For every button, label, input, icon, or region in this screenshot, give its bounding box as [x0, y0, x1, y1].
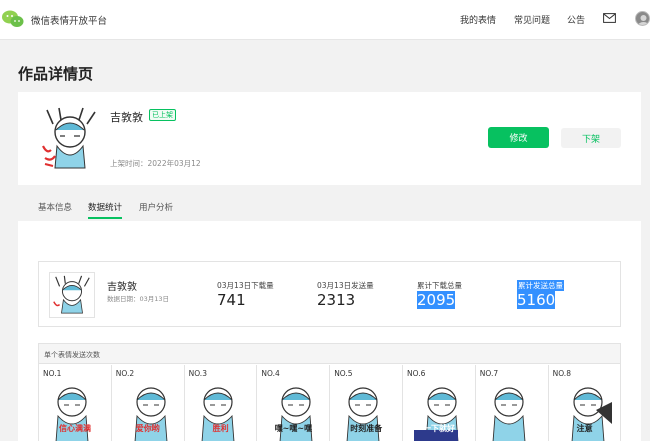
nav-my-stickers[interactable]: 我的表情 — [460, 13, 496, 26]
sticker-number: NO.8 — [552, 369, 571, 378]
sticker-number: NO.7 — [479, 369, 499, 378]
tab-data-stats[interactable]: 数据统计 — [88, 201, 122, 213]
sticker-cell: NO.2 爱你哟 — [112, 365, 185, 441]
sticker-cell: NO.5 时刻准备 — [330, 365, 403, 441]
edit-button[interactable]: 修改 — [488, 127, 549, 148]
sticker-number: NO.5 — [334, 369, 353, 378]
stat-value-total-sends: 5160 — [517, 291, 556, 309]
sticker-number: NO.3 — [188, 369, 207, 378]
sticker-caption: 注意 — [576, 424, 593, 433]
sticker-caption: 胜利 — [212, 424, 229, 433]
stat-value-daily-sends: 2313 — [317, 291, 356, 309]
sticker-cell: NO.3 胜利 — [185, 365, 258, 441]
sticker-cell: NO.4 嘿~嘿~嘿 — [257, 365, 331, 441]
user-avatar[interactable] — [635, 11, 650, 26]
sticker-caption: 一下就好 — [423, 424, 455, 433]
active-tab-indicator — [88, 217, 122, 219]
stat-label-total-downloads: 累计下载总量 — [417, 281, 462, 290]
sticker-number: NO.4 — [261, 369, 280, 378]
stat-label-total-sends: 累计发送总量 — [517, 280, 564, 291]
sticker-caption: 嘿~嘿~嘿 — [274, 424, 313, 433]
per-sticker-table: 单个表情发送次数 NO.1 信心满满 NO.2 爱你哟 NO.3 胜利 NO.4 嘿~嘿~嘿 N… — [38, 343, 621, 441]
tab-basic-info[interactable]: 基本信息 — [38, 201, 72, 213]
sticker-cover-image — [42, 107, 96, 169]
top-bar: 微信表情开放平台 我的表情 常见问题 公告 — [0, 0, 650, 40]
sticker-image — [492, 387, 526, 441]
stat-value-daily-downloads: 741 — [217, 291, 246, 309]
sticker-cell: NO.6 一下就好 — [403, 365, 476, 441]
summary-box: 吉敦敦 数据日期：03月13日 03月13日下载量 741 03月13日发送量 … — [38, 261, 621, 327]
per-sticker-title: 单个表情发送次数 — [39, 344, 620, 364]
summary-name: 吉敦敦 — [107, 282, 137, 293]
avatar-image-icon — [638, 15, 649, 25]
take-down-button[interactable]: 下架 — [561, 128, 621, 148]
sticker-caption: 信心满满 — [59, 424, 91, 433]
sticker-number: NO.6 — [407, 369, 426, 378]
work-name: 吉敦敦 — [110, 111, 143, 124]
nav-faq[interactable]: 常见问题 — [514, 13, 550, 26]
sticker-cell: NO.8 注意 — [549, 365, 622, 441]
stat-label-daily-sends: 03月13日发送量 — [317, 281, 374, 290]
sticker-number: NO.2 — [115, 369, 135, 378]
summary-sticker-image — [49, 272, 95, 318]
stat-label-daily-downloads: 03月13日下载量 — [217, 281, 274, 290]
status-badge: 已上架 — [149, 109, 176, 121]
sticker-cell: NO.7 — [476, 365, 549, 441]
sticker-cell: NO.1 信心满满 — [39, 365, 112, 441]
stat-value-total-downloads: 2095 — [417, 291, 456, 309]
tab-user-analysis[interactable]: 用户分析 — [139, 201, 173, 213]
sticker-caption: 爱你哟 — [135, 424, 160, 433]
wechat-logo-icon — [2, 10, 24, 27]
sticker-number: NO.1 — [43, 369, 62, 378]
page-title: 作品详情页 — [18, 65, 94, 83]
mail-icon[interactable] — [603, 13, 616, 23]
platform-title: 微信表情开放平台 — [31, 16, 108, 27]
work-card: 吉敦敦 已上架 上架时间：2022年03月12 修改 下架 — [18, 92, 641, 185]
sticker-caption: 时刻准备 — [350, 424, 383, 433]
nav-notice[interactable]: 公告 — [567, 13, 585, 26]
summary-date: 数据日期：03月13日 — [107, 295, 170, 303]
stats-panel: 吉敦敦 数据日期：03月13日 03月13日下载量 741 03月13日发送量 … — [18, 221, 641, 441]
publish-time: 上架时间：2022年03月12 — [110, 159, 201, 168]
